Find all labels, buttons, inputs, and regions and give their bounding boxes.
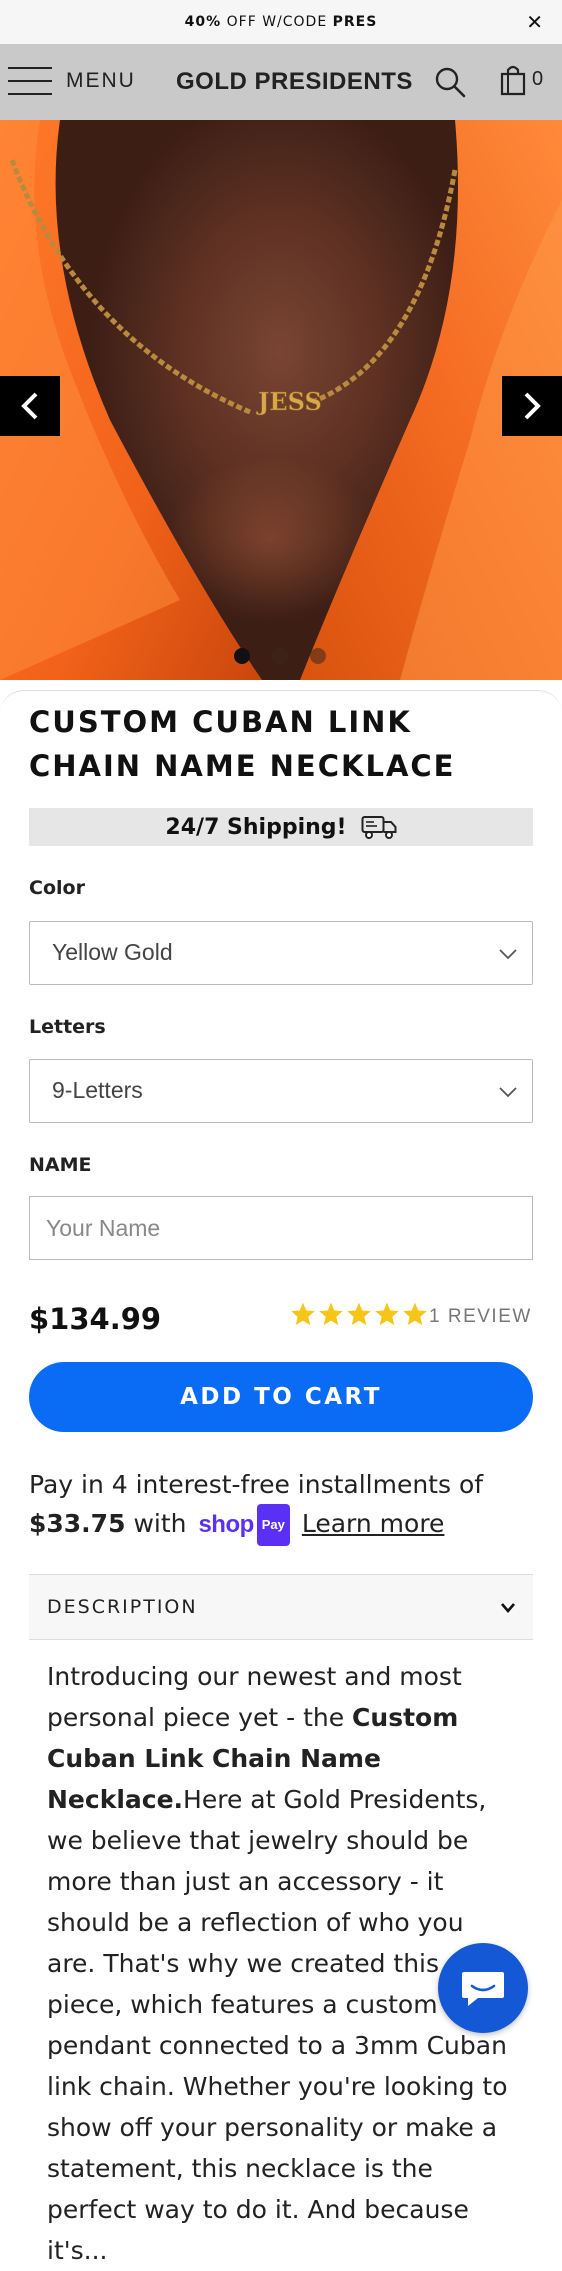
shipping-banner-text: 24/7 Shipping!	[165, 814, 347, 840]
truck-icon	[361, 816, 397, 839]
chat-icon	[462, 1972, 504, 2006]
star-icon	[319, 1302, 343, 1326]
gallery-dot[interactable]	[234, 648, 250, 664]
site-logo[interactable]: GOLD PRESIDENTS	[176, 68, 413, 96]
color-select-value: Yellow Gold	[52, 939, 173, 965]
site-header: MENU GOLD PRESIDENTS 0	[0, 44, 562, 120]
name-label: NAME	[29, 1154, 92, 1176]
star-icon	[375, 1302, 399, 1326]
learn-more-link[interactable]: Learn more	[302, 1509, 445, 1538]
name-input[interactable]	[29, 1196, 533, 1260]
rating-stars[interactable]	[290, 1301, 428, 1327]
letters-select-value: 9-Letters	[52, 1077, 143, 1103]
star-icon	[403, 1302, 427, 1326]
color-select[interactable]: Yellow Gold	[29, 921, 533, 985]
announcement-text: 40% OFF W/CODE PRES	[184, 14, 378, 30]
product-image-gallery[interactable]: JESS	[0, 120, 562, 680]
cart-count[interactable]: 0	[532, 68, 543, 91]
installment-amount: $33.75	[29, 1509, 126, 1538]
installments-text: Pay in 4 interest-free installments of	[29, 1470, 484, 1499]
description-accordion-header[interactable]: DESCRIPTION	[29, 1574, 533, 1640]
close-announcement-button[interactable]: ✕	[526, 10, 544, 34]
announcement-bar: 40% OFF W/CODE PRES ✕	[0, 0, 562, 44]
search-icon[interactable]	[434, 66, 466, 98]
star-icon	[347, 1302, 371, 1326]
product-price: $134.99	[29, 1302, 162, 1336]
shop-pay-installments: Pay in 4 interest-free installments of $…	[29, 1466, 539, 1546]
svg-text:JESS: JESS	[256, 387, 322, 416]
chevron-right-icon	[524, 392, 541, 420]
letters-label: Letters	[29, 1016, 106, 1038]
cart-icon[interactable]	[500, 64, 526, 96]
chevron-left-icon	[21, 392, 38, 420]
menu-button[interactable]: MENU	[8, 64, 136, 98]
description-label: DESCRIPTION	[47, 1596, 198, 1618]
previous-image-button[interactable]	[0, 376, 60, 436]
review-count-link[interactable]: 1 REVIEW	[429, 1306, 532, 1328]
product-title: CUSTOM CUBAN LINK CHAIN NAME NECKLACE	[29, 705, 456, 783]
star-icon	[291, 1302, 315, 1326]
letters-select[interactable]: 9-Letters	[29, 1059, 533, 1123]
gallery-dot[interactable]	[310, 648, 326, 664]
gallery-dot[interactable]	[272, 648, 288, 664]
gallery-dots	[234, 648, 326, 664]
hamburger-icon	[8, 64, 52, 98]
add-to-cart-button[interactable]: ADD TO CART	[29, 1362, 533, 1432]
chat-button[interactable]	[438, 1943, 528, 2033]
chevron-down-icon	[499, 1087, 517, 1098]
chevron-down-icon	[499, 949, 517, 960]
caret-down-icon	[501, 1603, 515, 1613]
color-label: Color	[29, 877, 85, 899]
shipping-banner: 24/7 Shipping!	[29, 808, 533, 846]
next-image-button[interactable]	[502, 376, 562, 436]
menu-label: MENU	[66, 69, 136, 92]
product-photo: JESS	[0, 120, 562, 680]
installments-with: with	[133, 1509, 187, 1538]
shop-pay-logo: shop Pay	[198, 1504, 290, 1546]
